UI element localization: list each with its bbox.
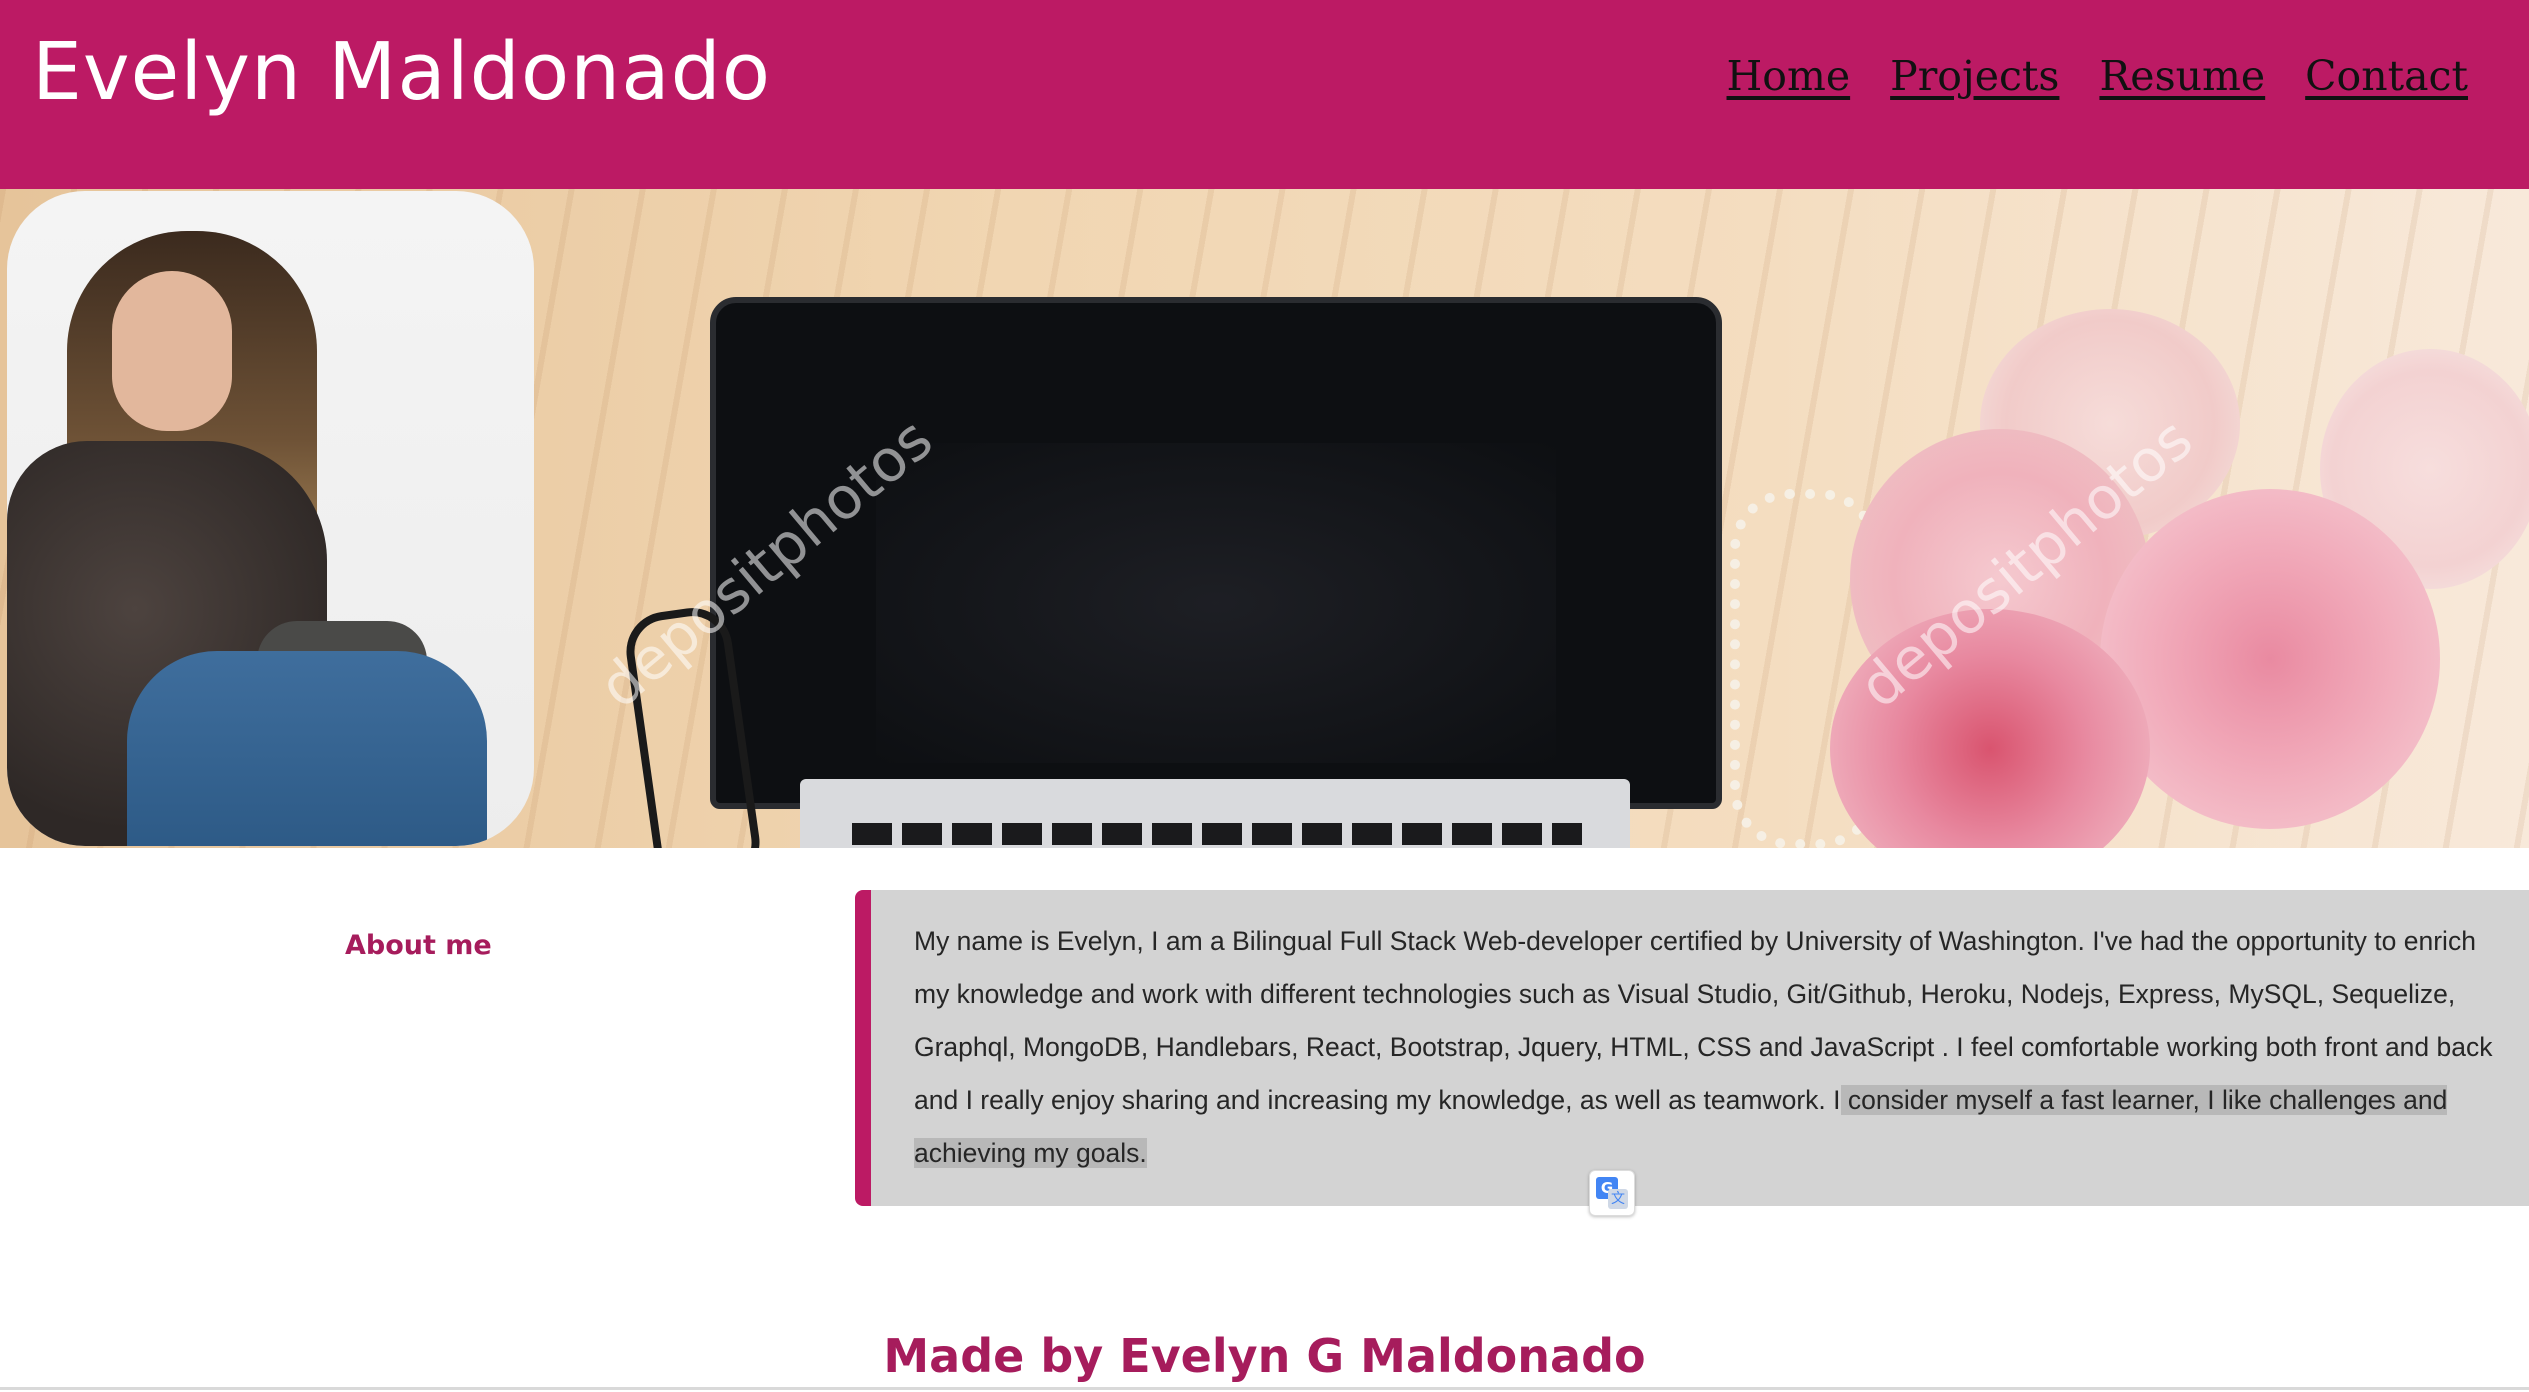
footer-divider (0, 1387, 2529, 1390)
laptop-keyboard (852, 823, 1582, 845)
google-translate-icon[interactable]: G 文 (1589, 1170, 1635, 1216)
profile-photo (7, 191, 534, 846)
site-header: Evelyn Maldonado Home Projects Resume Co… (0, 0, 2529, 189)
nav-home-link[interactable]: Home (1727, 44, 1851, 108)
about-text-box: My name is Evelyn, I am a Bilingual Full… (855, 890, 2529, 1206)
nav-projects-link[interactable]: Projects (1890, 44, 2059, 108)
site-title: Evelyn Maldonado (32, 26, 772, 118)
laptop-screen (710, 297, 1722, 809)
photo-jeans (127, 651, 487, 846)
rose (2100, 489, 2440, 829)
about-heading: About me (345, 930, 492, 961)
main-nav: Home Projects Resume Contact (1727, 44, 2468, 108)
nav-resume-link[interactable]: Resume (2099, 44, 2265, 108)
nav-contact-link[interactable]: Contact (2305, 44, 2468, 108)
about-paragraph[interactable]: My name is Evelyn, I am a Bilingual Full… (914, 915, 2514, 1180)
footer-credit: Made by Evelyn G Maldonado (883, 1329, 1646, 1383)
translate-a-glyph: 文 (1608, 1189, 1628, 1209)
photo-face (112, 271, 232, 431)
